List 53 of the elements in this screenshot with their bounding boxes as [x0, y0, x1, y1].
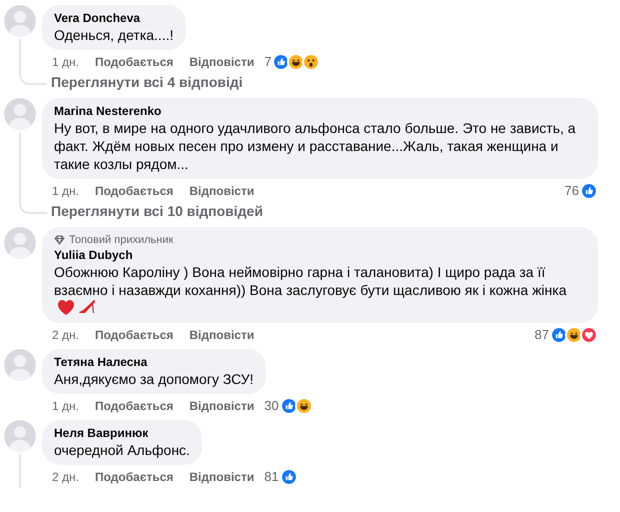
view-replies-link[interactable]: Переглянути всі 10 відповідей — [51, 201, 263, 222]
like-reaction-icon — [580, 182, 598, 200]
reply-link[interactable]: Відповісти — [189, 53, 254, 71]
comment-text: Ну вот, в мире на одного удачливого альфонса стало больше. Это не зависть, а факт. Ждём новых песен про измену и расставание...Жаль, такая женщина и такие козлы рядом... — [54, 120, 576, 172]
comment-text: Обожнюю Кароліну ) Вона неймовірно гарна і талановита) І щиро рада за її взаємно і назавжди кохання)) Вона заслуговує бути щасливою як і кожна жінка — [54, 264, 566, 298]
avatar[interactable] — [4, 349, 36, 381]
heart-icon — [58, 300, 74, 315]
reaction-count[interactable]: 87 — [534, 325, 549, 345]
comment-time[interactable]: 1 дн. — [52, 182, 79, 200]
comment-time[interactable]: 2 дн. — [52, 326, 79, 344]
like-reaction-icon — [280, 397, 298, 415]
author-name[interactable]: Тетяна Налесна — [54, 355, 254, 370]
comment-time[interactable]: 1 дн. — [52, 53, 79, 71]
thread-connector — [19, 202, 47, 214]
comment-text: Аня,дякуємо за допомогу ЗСУ! — [54, 371, 254, 387]
like-link[interactable]: Подобається — [94, 182, 174, 200]
like-reaction-icon — [280, 468, 298, 486]
reply-link[interactable]: Відповісти — [189, 397, 254, 415]
like-link[interactable]: Подобається — [94, 397, 174, 415]
author-name[interactable]: Marina Nesterenko — [54, 104, 586, 119]
avatar[interactable] — [4, 5, 36, 37]
author-name[interactable]: Yuliia Dubych — [54, 248, 586, 263]
like-link[interactable]: Подобається — [94, 53, 174, 71]
laughing-reaction-icon — [287, 53, 306, 71]
comment-time[interactable]: 2 дн. — [52, 468, 79, 486]
thread-connector — [19, 73, 47, 85]
author-name[interactable]: Неля Вавринюк — [54, 426, 190, 441]
like-link[interactable]: Подобається — [94, 326, 174, 344]
comment-text: очередной Альфонс. — [54, 442, 190, 458]
avatar[interactable] — [4, 420, 36, 452]
author-name[interactable]: Vera Doncheva — [54, 11, 174, 26]
like-reaction-icon — [272, 53, 290, 71]
laughing-reaction-icon — [294, 397, 313, 415]
reaction-count[interactable]: 81 — [264, 467, 279, 487]
reply-link[interactable]: Відповісти — [189, 326, 254, 344]
reaction-count[interactable]: 30 — [264, 396, 279, 416]
avatar[interactable] — [4, 227, 36, 259]
reply-link[interactable]: Відповісти — [189, 182, 254, 200]
reaction-count[interactable]: 7 — [264, 52, 272, 72]
reaction-count[interactable]: 76 — [564, 181, 579, 201]
top-fan-label: Топовий прихильник — [69, 233, 174, 247]
comment-time[interactable]: 1 дн. — [52, 397, 79, 415]
comment-text: Оденься, детка....! — [54, 27, 174, 43]
like-reaction-icon — [550, 326, 568, 344]
laughing-reaction-icon — [565, 326, 583, 344]
surprised-reaction-icon — [302, 53, 320, 71]
view-replies-link[interactable]: Переглянути всі 4 відповіді — [51, 72, 243, 93]
avatar[interactable] — [4, 98, 36, 130]
high-heel-shoe-icon — [78, 299, 96, 315]
reply-link[interactable]: Відповісти — [189, 468, 254, 486]
like-link[interactable]: Подобається — [94, 468, 174, 486]
diamond-icon — [54, 235, 65, 245]
heart-reaction-icon — [580, 326, 598, 344]
